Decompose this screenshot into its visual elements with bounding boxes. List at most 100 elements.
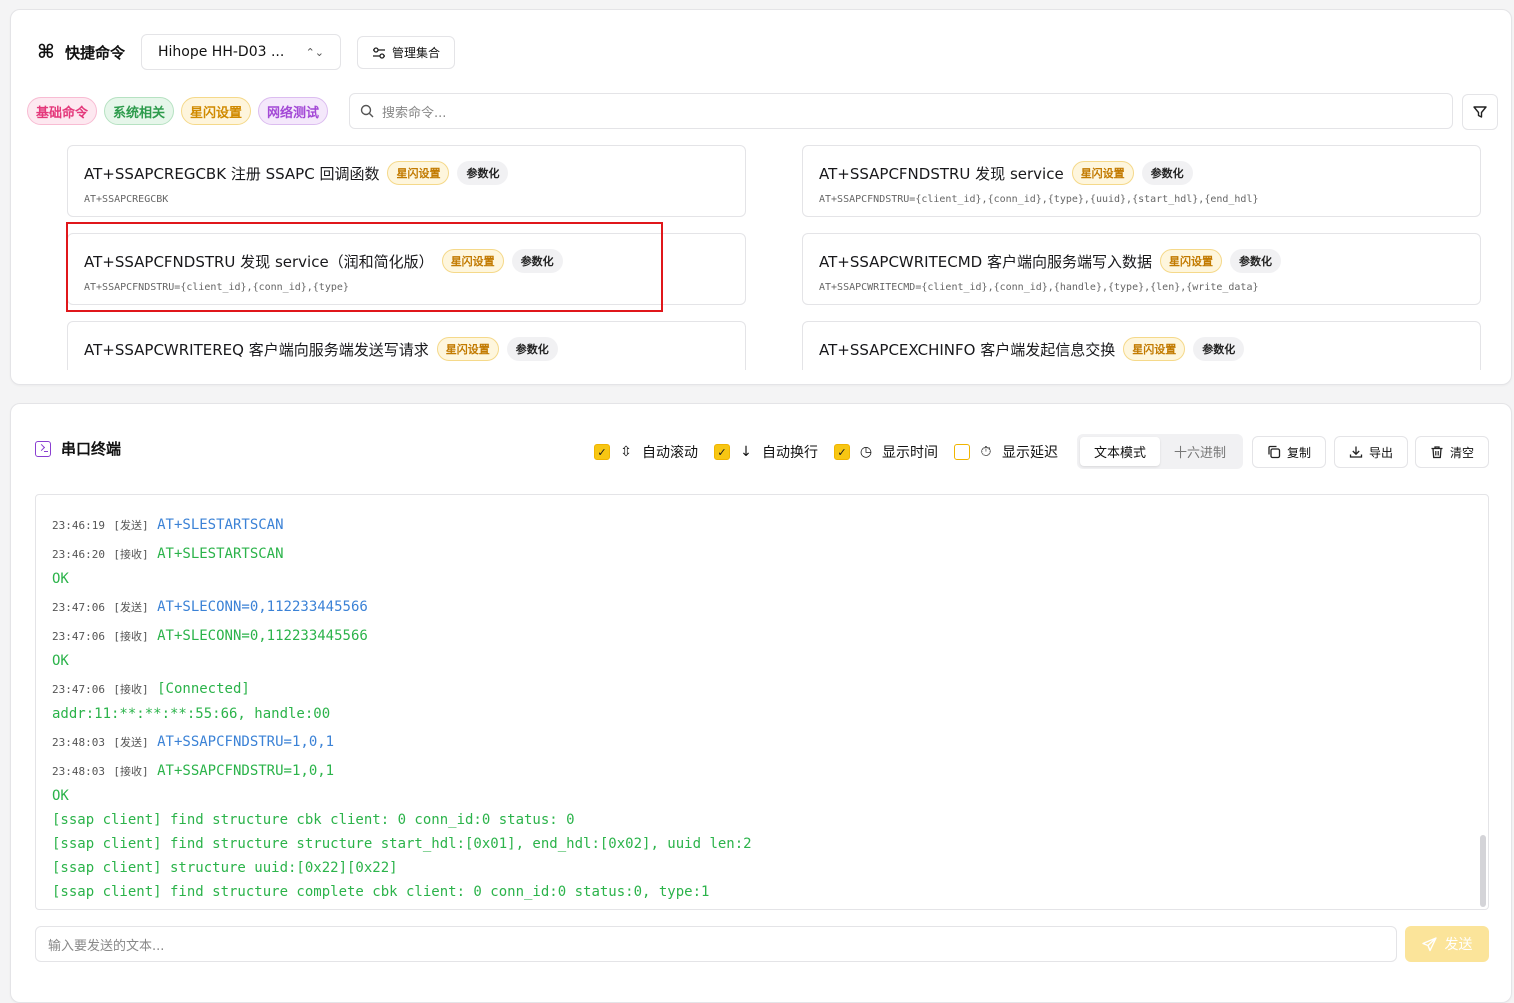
log-text: [ssap client] find structure cbk client:…: [52, 812, 575, 828]
option-label: 显示时间: [882, 445, 938, 461]
log-line: [ssap client] find structure complete cb…: [52, 880, 1472, 904]
log-direction: [接收]: [113, 630, 149, 643]
category-badge: 星闪设置: [387, 161, 450, 185]
command-item[interactable]: AT+SSAPCEXCHINFO 客户端发起信息交换星闪设置参数化AT+SSAP…: [802, 321, 1481, 370]
command-name: AT+SSAPCEXCHINFO 客户端发起信息交换: [819, 340, 1116, 359]
log-timestamp: 23:48:03: [52, 765, 105, 778]
log-text: AT+SLECONN=0,112233445566: [157, 628, 368, 644]
category-tag[interactable]: 星闪设置: [181, 97, 252, 125]
terminal-icon: [35, 440, 51, 457]
option-checkbox[interactable]: ✓: [594, 444, 610, 460]
text-mode-tab[interactable]: 文本模式: [1080, 437, 1160, 466]
option-checkbox[interactable]: ✓: [834, 444, 850, 460]
command-item[interactable]: AT+SSAPCFNDSTRU 发现 service（润和简化版） 星闪设置 参数化…: [67, 233, 746, 305]
log-line: [ssap client] find structure structure s…: [52, 832, 1472, 856]
manage-collection-button[interactable]: 管理集合: [357, 36, 455, 69]
log-line: 23:46:19 [发送] AT+SLESTARTSCAN: [52, 513, 1472, 538]
send-text-input[interactable]: 输入要发送的文本...: [35, 926, 1397, 962]
log-direction: [接收]: [113, 683, 149, 696]
command-item-header: AT+SSAPCFNDSTRU 发现 service 星闪设置 参数化: [819, 160, 1464, 186]
collection-select[interactable]: Hihope HH-D03 ... ⌃⌄: [141, 34, 341, 70]
log-text: addr:11:**:**:**:55:66, handle:00: [52, 706, 331, 722]
param-badge: 参数化: [457, 161, 509, 185]
log-scrollbar[interactable]: [1480, 835, 1486, 907]
log-text: [Connected]: [157, 681, 250, 697]
send-button[interactable]: 发送: [1405, 926, 1489, 962]
hex-mode-tab[interactable]: 十六进制: [1160, 437, 1240, 466]
log-line: addr:11:**:**:**:55:66, handle:00: [52, 702, 1472, 726]
stopwatch-icon: ⏱: [980, 444, 992, 460]
command-syntax: AT+SSAPCFNDSTRU={client_id},{conn_id},{t…: [84, 282, 349, 293]
option-scroll[interactable]: ✓ ⇳ 自动滚动: [594, 442, 698, 462]
option-checkbox[interactable]: ✓: [714, 444, 730, 460]
category-tag[interactable]: 网络测试: [258, 97, 329, 125]
log-direction: [发送]: [113, 736, 149, 749]
quick-commands-title: 快捷命令: [65, 43, 126, 62]
send-label: 发送: [1444, 937, 1473, 953]
arrow-down-icon: ↓: [740, 444, 752, 460]
log-direction: [接收]: [113, 548, 149, 561]
command-item-header: AT+SSAPCREGCBK 注册 SSAPC 回调函数 星闪设置 参数化: [84, 160, 729, 186]
command-item[interactable]: AT+SSAPCWRITECMD 客户端向服务端写入数据 星闪设置 参数化 AT+SS…: [802, 233, 1481, 305]
command-icon: ⌘: [37, 41, 55, 63]
option-label: 显示延迟: [1002, 445, 1058, 461]
option-label: 自动滚动: [642, 445, 698, 461]
log-line: [ssap client] structure uuid:[0x22][0x22…: [52, 856, 1472, 880]
log-text: AT+SLECONN=0,112233445566: [157, 599, 368, 615]
command-search[interactable]: 搜索命令...: [349, 93, 1453, 129]
option-clock[interactable]: ✓ ◷ 显示时间: [834, 442, 938, 462]
option-stopwatch[interactable]: ⏱ 显示延迟: [954, 442, 1058, 462]
category-tag[interactable]: 系统相关: [104, 97, 175, 125]
command-name: AT+SSAPCWRITEREQ 客户端向服务端发送写请求: [84, 340, 429, 359]
category-badge: 星闪设置: [436, 337, 499, 361]
category-badge: 星闪设置: [1123, 337, 1186, 361]
clear-button[interactable]: 清空: [1415, 436, 1489, 468]
command-item[interactable]: AT+SSAPCFNDSTRU 发现 service 星闪设置 参数化 AT+SSAP…: [802, 145, 1481, 217]
log-text: AT+SSAPCFNDSTRU=1,0,1: [157, 734, 335, 750]
export-button[interactable]: 导出: [1334, 436, 1408, 468]
terminal-log[interactable]: 23:46:19 [发送] AT+SLESTARTSCAN 23:46:20 [接…: [35, 494, 1489, 910]
category-tag[interactable]: 基础命令: [27, 97, 98, 125]
log-text: [ssap client] structure uuid:[0x22][0x22…: [52, 860, 398, 876]
display-mode-toggle: 文本模式 十六进制: [1077, 434, 1243, 469]
log-line: 23:46:20 [接收] AT+SLESTARTSCAN: [52, 542, 1472, 567]
copy-label: 复制: [1286, 445, 1311, 460]
scroll-icon: ⇳: [620, 444, 632, 460]
log-text: [ssap client] find structure complete cb…: [52, 884, 710, 900]
filter-button[interactable]: [1462, 94, 1498, 130]
quick-commands-header: ⌘ 快捷命令: [35, 34, 125, 70]
log-text: AT+SLESTARTSCAN: [157, 517, 284, 533]
category-tags: 基础命令 系统相关 星闪设置 网络测试: [27, 97, 329, 125]
search-icon: [360, 104, 374, 118]
category-badge: 星闪设置: [441, 249, 504, 273]
command-item[interactable]: AT+SSAPCWRITEREQ 客户端向服务端发送写请求星闪设置参数化AT+S…: [67, 321, 746, 370]
log-text: OK: [52, 653, 69, 669]
copy-button[interactable]: 复制: [1252, 436, 1326, 468]
serial-terminal-panel: 串口终端 ✓ ⇳ 自动滚动 ✓ ↓ 自动换行 ✓ ◷ 显示时间 ⏱ 显示延迟 文本模式 十六进制 复…: [10, 403, 1512, 1003]
download-icon: [1349, 446, 1363, 458]
option-checkbox[interactable]: [954, 444, 970, 460]
command-name: AT+SSAPCFNDSTRU 发现 service: [819, 164, 1064, 183]
log-line: OK: [52, 649, 1472, 673]
search-placeholder: 搜索命令...: [382, 105, 447, 121]
log-direction: [发送]: [113, 601, 149, 614]
log-line: 23:48:03 [接收] AT+SSAPCFNDSTRU=1,0,1: [52, 759, 1472, 784]
log-line: OK: [52, 784, 1472, 808]
command-syntax: AT+SSAPCWRITECMD={client_id},{conn_id},{…: [819, 282, 1259, 293]
log-direction: [接收]: [113, 765, 149, 778]
command-name: AT+SSAPCWRITECMD 客户端向服务端写入数据: [819, 252, 1152, 271]
category-badge: 星闪设置: [1071, 161, 1134, 185]
chevron-up-down-icon: ⌃⌄: [305, 45, 324, 59]
command-item[interactable]: AT+SSAPCREGCBK 注册 SSAPC 回调函数 星闪设置 参数化 AT+SS…: [67, 145, 746, 217]
quick-commands-title-wrap: ⌘ 快捷命令: [35, 41, 125, 63]
log-line: 23:48:03 [发送] AT+SSAPCFNDSTRU=1,0,1: [52, 730, 1472, 755]
log-timestamp: 23:47:06: [52, 630, 105, 643]
log-line: 23:47:06 [接收] AT+SLECONN=0,112233445566: [52, 624, 1472, 649]
send-icon: [1421, 936, 1437, 951]
manage-collection-label: 管理集合: [391, 46, 440, 60]
quick-commands-panel: ⌘ 快捷命令 Hihope HH-D03 ... ⌃⌄ 管理集合 基础命令 系统相…: [10, 9, 1512, 385]
command-item-header: AT+SSAPCEXCHINFO 客户端发起信息交换 星闪设置 参数化: [819, 336, 1464, 362]
terminal-options: ✓ ⇳ 自动滚动 ✓ ↓ 自动换行 ✓ ◷ 显示时间 ⏱ 显示延迟: [594, 438, 1074, 466]
export-label: 导出: [1368, 445, 1393, 460]
option-arrow-down[interactable]: ✓ ↓ 自动换行: [714, 442, 818, 462]
